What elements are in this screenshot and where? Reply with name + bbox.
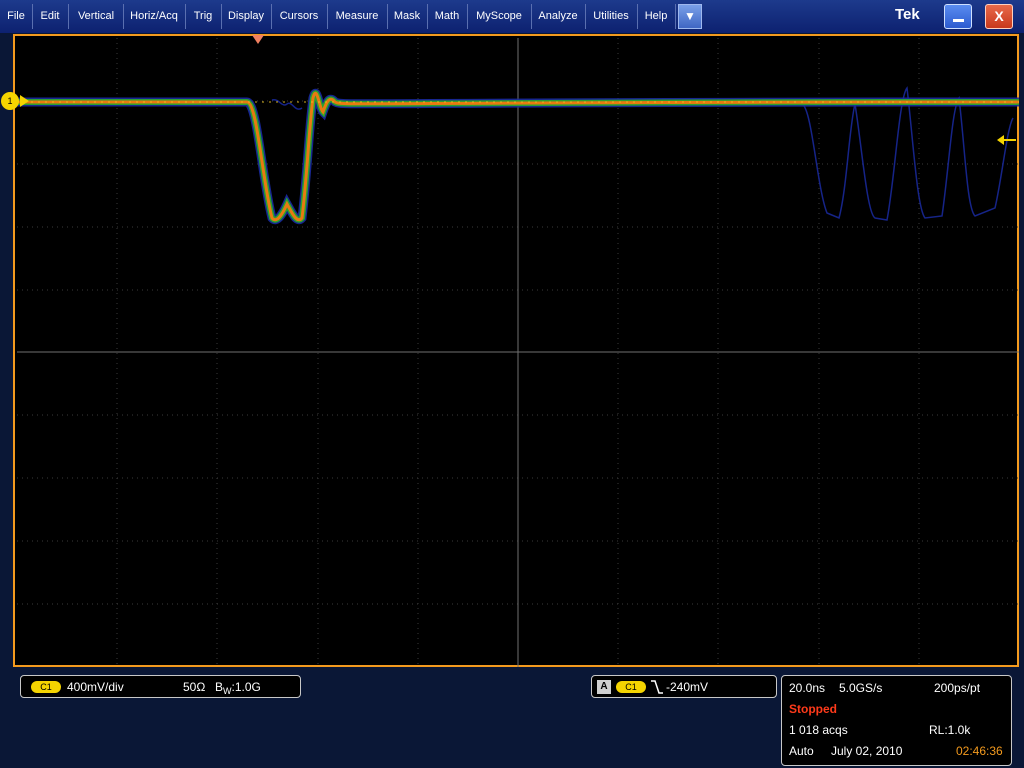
menu-myscope[interactable]: MyScope: [469, 0, 529, 33]
bottom-readout-panel: C1 400mV/div 50Ω BW:1.0G A C1 -240mV 20.…: [0, 668, 1024, 768]
menu-separator: [637, 4, 638, 29]
menu-math[interactable]: Math: [429, 0, 465, 33]
record-length: RL:1.0k: [929, 723, 971, 737]
falling-edge-icon: [651, 680, 663, 694]
ch1-bandwidth: BW:1.0G: [215, 680, 261, 696]
ch1-readout[interactable]: C1 400mV/div 50Ω BW:1.0G: [20, 675, 301, 698]
acquisition-readout[interactable]: 20.0ns 5.0GS/s 200ps/pt Stopped 1 018 ac…: [781, 675, 1012, 766]
ghost-trace-right: [801, 86, 1014, 221]
sample-rate: 5.0GS/s: [839, 681, 883, 695]
trigger-readout[interactable]: A C1 -240mV: [591, 675, 777, 698]
ch1-badge: C1: [31, 681, 61, 693]
menu-horiz-acq[interactable]: Horiz/Acq: [125, 0, 183, 33]
close-button[interactable]: X: [985, 4, 1013, 29]
ch1-impedance: 50Ω: [183, 680, 206, 694]
bandwidth-value: :1.0G: [231, 680, 261, 694]
menu-separator: [185, 4, 186, 29]
menu-cursors[interactable]: Cursors: [273, 0, 325, 33]
menu-display[interactable]: Display: [223, 0, 269, 33]
menu-separator: [531, 4, 532, 29]
menu-separator: [387, 4, 388, 29]
ch1-scale: 400mV/div: [67, 680, 124, 694]
trigger-position-icon[interactable]: [252, 35, 264, 44]
menu-vertical[interactable]: Vertical: [70, 0, 122, 33]
waveform-display[interactable]: [13, 34, 1019, 667]
acquisition-count: 1 018 acqs: [789, 723, 848, 737]
acquisition-time: 02:46:36: [956, 744, 1003, 758]
ch1-arrow-icon: [20, 95, 29, 107]
menu-dropdown-button[interactable]: ▼: [678, 4, 702, 29]
menu-separator: [221, 4, 222, 29]
trigger-mode: Auto: [789, 744, 814, 758]
menu-analyze[interactable]: Analyze: [533, 0, 583, 33]
trigger-level-line: [1004, 139, 1016, 141]
menu-utilities[interactable]: Utilities: [587, 0, 635, 33]
menu-separator: [327, 4, 328, 29]
tek-logo: Tek: [895, 6, 920, 23]
minimize-icon: [953, 19, 964, 22]
chevron-down-icon: ▼: [684, 9, 696, 23]
bandwidth-subscript: W: [223, 686, 232, 696]
menu-separator: [68, 4, 69, 29]
menu-separator: [585, 4, 586, 29]
menu-file[interactable]: File: [2, 0, 30, 33]
menu-bar: File Edit Vertical Horiz/Acq Trig Displa…: [0, 0, 1024, 33]
trigger-level-icon[interactable]: [997, 135, 1004, 145]
menu-trig[interactable]: Trig: [187, 0, 219, 33]
menu-measure[interactable]: Measure: [329, 0, 385, 33]
trigger-source-letter: A: [597, 680, 611, 694]
menu-edit[interactable]: Edit: [34, 0, 66, 33]
graticule: [17, 38, 1019, 667]
menu-separator: [427, 4, 428, 29]
menu-mask[interactable]: Mask: [389, 0, 425, 33]
minimize-button[interactable]: [944, 4, 972, 29]
menu-separator: [271, 4, 272, 29]
menu-separator: [675, 4, 676, 29]
grid-lines: [17, 38, 1019, 667]
trigger-level-value: -240mV: [666, 680, 709, 694]
bandwidth-prefix: B: [215, 680, 224, 694]
menu-separator: [32, 4, 33, 29]
falling-edge-path: [651, 680, 663, 694]
acquisition-date: July 02, 2010: [831, 744, 903, 758]
acquisition-state: Stopped: [789, 702, 837, 716]
timebase: 20.0ns: [789, 681, 826, 695]
trigger-source-badge: C1: [616, 681, 646, 693]
menu-separator: [123, 4, 124, 29]
ch1-ground-marker[interactable]: 1: [1, 92, 19, 110]
menu-separator: [467, 4, 468, 29]
menu-help[interactable]: Help: [639, 0, 673, 33]
resolution: 200ps/pt: [934, 681, 981, 695]
